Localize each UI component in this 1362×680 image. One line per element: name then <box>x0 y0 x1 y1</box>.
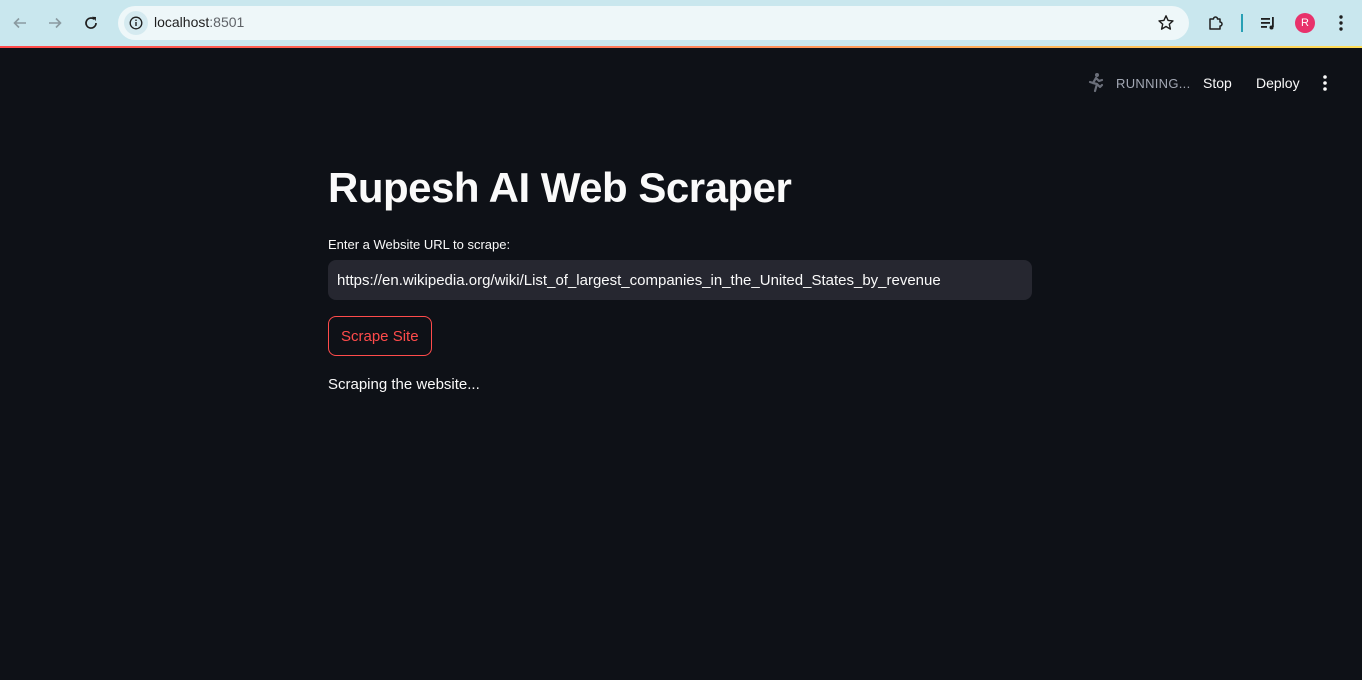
vertical-dots-icon <box>1323 75 1327 91</box>
status-message: Scraping the website... <box>328 376 480 393</box>
star-icon <box>1158 15 1174 30</box>
vertical-dots-icon <box>1339 15 1343 31</box>
decoration-line <box>0 46 1362 48</box>
running-man-icon <box>1085 72 1107 94</box>
url-port: :8501 <box>209 14 245 30</box>
page-title: Rupesh AI Web Scraper <box>328 164 792 211</box>
toolbar-separator <box>1241 14 1243 32</box>
arrow-right-icon <box>49 17 62 29</box>
info-icon <box>129 16 143 30</box>
url-input[interactable] <box>328 260 1032 300</box>
deploy-button[interactable]: Deploy <box>1256 75 1300 91</box>
main-menu-button[interactable] <box>1316 73 1334 93</box>
site-info-button[interactable] <box>124 11 148 35</box>
bookmark-button[interactable] <box>1157 14 1175 32</box>
arrow-left-icon <box>13 17 26 29</box>
media-control-button[interactable] <box>1256 11 1280 35</box>
reload-icon <box>85 16 97 29</box>
reload-button[interactable] <box>79 11 103 35</box>
browser-menu-button[interactable] <box>1329 11 1353 35</box>
stop-button[interactable]: Stop <box>1203 75 1232 91</box>
running-status: RUNNING... <box>1116 76 1191 91</box>
back-button[interactable] <box>8 11 32 35</box>
url-text[interactable]: localhost:8501 <box>154 14 244 30</box>
url-host: localhost <box>154 14 210 30</box>
scrape-site-button[interactable]: Scrape Site <box>328 316 432 356</box>
browser-toolbar: localhost:8501 R <box>0 0 1362 46</box>
media-control-icon <box>1261 17 1274 30</box>
url-input-label: Enter a Website URL to scrape: <box>328 237 511 252</box>
forward-button[interactable] <box>43 11 67 35</box>
extensions-button[interactable] <box>1204 11 1228 35</box>
puzzle-icon <box>1209 16 1223 30</box>
profile-avatar[interactable]: R <box>1295 13 1315 33</box>
address-bar[interactable]: localhost:8501 <box>118 6 1189 40</box>
